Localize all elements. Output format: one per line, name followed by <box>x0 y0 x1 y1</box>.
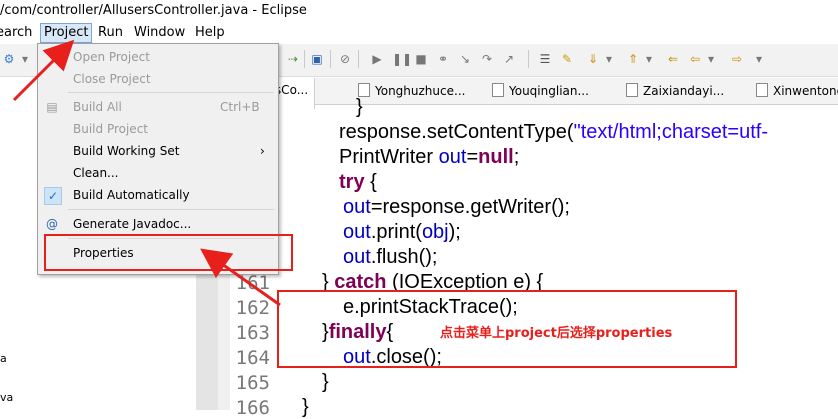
menu-help[interactable]: Help <box>195 25 225 40</box>
code-line: out=response.getWriter(); <box>343 196 570 218</box>
editor-tabs: rsCo... Yonghuzhuce... Youqinglian... Za… <box>230 78 838 109</box>
tab-label: Xinwentong <box>773 84 838 98</box>
previous-annotation-icon[interactable]: ⇑ <box>626 52 640 66</box>
menu-item-build-project: Build Project <box>73 122 148 136</box>
properties-highlight-box <box>44 234 293 271</box>
code-line: } <box>322 371 329 393</box>
back-icon[interactable]: ⇦ <box>688 52 702 66</box>
code-line: try { <box>339 171 377 193</box>
step-over-icon[interactable]: ↷ <box>480 52 494 66</box>
skip-breakpoints-icon[interactable]: ⊘ <box>338 52 352 66</box>
annotation-note: 点击菜单上project后选择properties <box>440 326 673 341</box>
javadoc-icon: @ <box>46 217 58 231</box>
code-line: out.flush(); <box>343 246 438 268</box>
step-return-icon[interactable]: ↗ <box>502 52 516 66</box>
task-list-icon[interactable]: ☰ <box>538 52 552 66</box>
window-title: /com/controller/AllusersController.java … <box>0 3 307 18</box>
title-bar: /com/controller/AllusersController.java … <box>0 0 838 22</box>
line-number: 165 <box>235 372 270 394</box>
menu-project[interactable]: Project <box>40 23 93 43</box>
dropdown-arrow-icon[interactable]: ▾ <box>642 52 656 66</box>
menu-window[interactable]: Window <box>134 25 185 40</box>
menu-item-generate-javadoc[interactable]: @ Generate Javadoc... <box>38 213 278 235</box>
menu-run[interactable]: Run <box>98 25 123 40</box>
last-edit-icon[interactable]: ⇐ <box>666 52 680 66</box>
resume-icon[interactable]: ▶ <box>370 52 384 66</box>
toolbar-separator <box>528 50 529 68</box>
tab-zaixiandayi[interactable]: Zaixiandayi... <box>626 83 724 98</box>
next-annotation-icon[interactable]: ⇓ <box>586 52 600 66</box>
menu-bar: earch Project Run Window Help <box>0 22 838 44</box>
build-icon: ▤ <box>46 100 58 114</box>
console-icon[interactable]: ▣ <box>310 52 324 66</box>
code-line: PrintWriter out=null; <box>339 146 520 168</box>
submenu-arrow-icon: › <box>260 144 265 158</box>
java-file-icon <box>756 83 768 97</box>
tree-item[interactable]: va <box>0 391 13 404</box>
menu-item-close-project: Close Project <box>73 72 151 86</box>
code-line: } <box>302 396 309 418</box>
code-line: out.print(obj); <box>343 221 461 243</box>
dropdown-arrow-icon[interactable]: ▾ <box>752 52 766 66</box>
java-file-icon <box>492 83 504 97</box>
line-number: 161 <box>235 272 270 294</box>
step-icon[interactable]: ⇢ <box>286 52 300 66</box>
java-file-icon <box>358 83 370 97</box>
dropdown-arrow-icon[interactable]: ▾ <box>18 52 32 66</box>
tab-label: Yonghuzhuce... <box>375 84 466 98</box>
line-number: 166 <box>235 397 270 419</box>
tab-yonghuzhuce[interactable]: Yonghuzhuce... <box>358 83 465 98</box>
checkmark-icon: ✓ <box>44 187 62 205</box>
step-into-icon[interactable]: ↘ <box>458 52 472 66</box>
tab-label: Youqinglian... <box>509 84 589 98</box>
line-number: 163 <box>235 322 270 344</box>
code-line: response.setContentType("text/html;chars… <box>339 121 768 143</box>
menu-item-open-project: Open Project <box>73 50 150 64</box>
tree-item[interactable]: a <box>0 352 7 365</box>
toolbar-separator <box>358 50 359 68</box>
forward-icon[interactable]: ⇨ <box>730 52 744 66</box>
line-number: 164 <box>235 347 270 369</box>
java-file-icon <box>626 83 638 97</box>
line-number: 162 <box>235 297 270 319</box>
terminate-icon[interactable]: ■ <box>414 52 428 66</box>
run-config-icon[interactable]: ⚙ <box>2 52 16 66</box>
menu-separator <box>68 209 274 210</box>
menu-item-build-all: ▤ Build All Ctrl+B <box>38 96 278 118</box>
menu-item-build-automatically[interactable]: ✓ Build Automatically <box>38 184 278 206</box>
disconnect-icon[interactable]: ⚭ <box>436 52 450 66</box>
dropdown-arrow-icon[interactable]: ▾ <box>602 52 616 66</box>
annotation-icon[interactable]: ✎ <box>560 52 574 66</box>
menu-item-build-working-set[interactable]: Build Working Set › <box>38 140 278 162</box>
menu-item-clean[interactable]: Clean... <box>38 162 278 184</box>
dropdown-arrow-icon[interactable]: ▾ <box>704 52 718 66</box>
tab-label: Zaixiandayi... <box>643 84 725 98</box>
suspend-icon[interactable]: ❚❚ <box>392 52 412 66</box>
menu-separator <box>68 92 274 93</box>
menu-search[interactable]: earch <box>0 25 32 40</box>
code-line: } <box>356 96 363 118</box>
toolbar-separator <box>304 50 305 68</box>
tab-youqinglian[interactable]: Youqinglian... <box>492 83 589 98</box>
toolbar-separator <box>330 50 331 68</box>
tab-xinwentong[interactable]: Xinwentong <box>756 83 838 98</box>
